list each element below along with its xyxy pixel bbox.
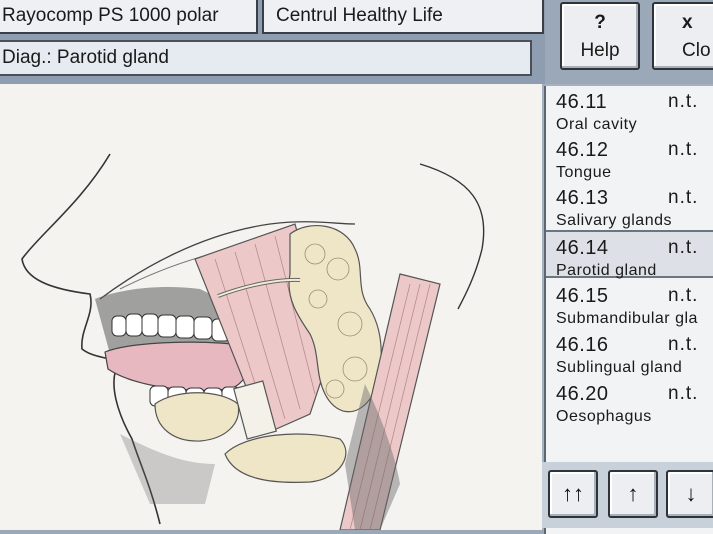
item-name: Salivary glands (556, 212, 672, 229)
item-status: n.t. (668, 237, 699, 258)
list-navigation: ↑↑ ↑ ↓ (542, 462, 713, 528)
structure-list-panel: 46.11 n.t. Oral cavity 46.12 n.t. Tongue… (542, 84, 713, 534)
item-name: Parotid gland (556, 262, 657, 279)
item-code: 46.20 (556, 383, 609, 405)
help-label: Help (580, 40, 620, 61)
item-status: n.t. (668, 285, 699, 306)
item-name: Oral cavity (556, 116, 638, 133)
down-arrow-icon: ↓ (685, 481, 697, 506)
item-status: n.t. (668, 91, 699, 112)
list-item[interactable]: 46.13 n.t. Salivary glands (546, 182, 713, 230)
scroll-up-button[interactable]: ↑ (608, 470, 658, 518)
double-up-arrow-icon: ↑↑ (562, 481, 584, 506)
item-code: 46.11 (556, 91, 608, 113)
item-status: n.t. (668, 334, 699, 355)
company-tab[interactable]: Centrul Healthy Life (262, 0, 544, 34)
diagnosis-field: Diag.: Parotid gland (0, 40, 532, 76)
list-item[interactable]: 46.20 n.t. Oesophagus (546, 378, 713, 426)
item-code: 46.16 (556, 334, 609, 356)
up-arrow-icon: ↑ (627, 481, 639, 506)
list-item[interactable]: 46.15 n.t. Submandibular gla (546, 280, 713, 328)
title-bar: Rayocomp PS 1000 polar Centrul Healthy L… (0, 0, 545, 84)
item-code: 46.13 (556, 187, 609, 209)
close-icon: x (682, 12, 693, 33)
item-status: n.t. (668, 139, 699, 160)
list-item-selected[interactable]: 46.14 n.t. Parotid gland (546, 230, 713, 279)
item-code: 46.12 (556, 139, 609, 161)
close-label: Clo (682, 40, 711, 61)
scroll-down-button[interactable]: ↓ (666, 470, 713, 518)
list-item[interactable]: 46.11 n.t. Oral cavity (546, 86, 713, 134)
help-button[interactable]: ? Help (560, 2, 640, 70)
item-status: n.t. (668, 187, 699, 208)
close-button[interactable]: x Clo (652, 2, 713, 70)
item-code: 46.14 (556, 237, 609, 259)
scroll-top-button[interactable]: ↑↑ (548, 470, 598, 518)
item-code: 46.15 (556, 285, 609, 307)
item-status: n.t. (668, 383, 699, 404)
item-name: Sublingual gland (556, 359, 683, 376)
anatomy-head-parotid-illustration (21, 153, 485, 530)
list-item[interactable]: 46.16 n.t. Sublingual gland (546, 329, 713, 377)
item-name: Submandibular gla (556, 310, 698, 327)
anatomy-illustration (0, 84, 542, 530)
item-name: Oesophagus (556, 408, 652, 425)
device-tab[interactable]: Rayocomp PS 1000 polar (0, 0, 258, 34)
question-icon: ? (594, 12, 606, 33)
item-name: Tongue (556, 164, 612, 181)
list-item[interactable]: 46.12 n.t. Tongue (546, 134, 713, 182)
